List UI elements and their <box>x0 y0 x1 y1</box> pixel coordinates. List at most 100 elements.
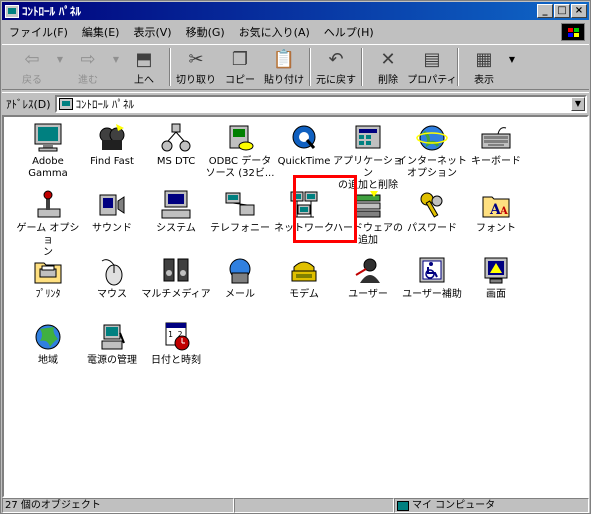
icon-display[interactable]: 画面 <box>464 255 528 301</box>
forward-arrow-icon: ⇨ <box>80 48 96 70</box>
svg-text:A: A <box>499 206 508 217</box>
icon-find-fast[interactable]: Find Fast <box>80 122 144 168</box>
menu-go[interactable]: 移動(G) <box>179 24 232 40</box>
menu-favorites[interactable]: お気に入り(A) <box>232 24 317 40</box>
regional-globe-icon <box>35 324 61 350</box>
paste-icon: 📋 <box>272 48 296 70</box>
menu-help[interactable]: ヘルプ(H) <box>317 24 381 40</box>
globe-icon <box>416 125 448 151</box>
network-highlight-box <box>293 175 357 243</box>
status-location-text: マイ コンピュータ <box>412 500 496 511</box>
delete-button[interactable]: ✕ 削除 <box>366 45 410 89</box>
icon-sound[interactable]: サウンド <box>80 189 144 235</box>
users-icon <box>355 258 380 283</box>
forward-dropdown[interactable]: ▼ <box>110 45 122 89</box>
icon-printers[interactable]: ﾌﾟﾘﾝﾀ <box>16 255 80 301</box>
mail-icon <box>229 258 251 284</box>
icon-internet-options[interactable]: インターネット オプション <box>397 122 467 180</box>
calendar-clock-icon: 1 2 <box>165 322 190 351</box>
view-grid-icon: ▦ <box>475 48 493 70</box>
icon-users[interactable]: ユーザー <box>336 255 400 301</box>
object-count: 27 個のオブジェクト <box>2 498 234 513</box>
status-empty-panel <box>234 498 394 513</box>
icon-modem[interactable]: モデム <box>272 255 336 301</box>
address-field[interactable]: ｺﾝﾄﾛｰﾙ ﾊﾟﾈﾙ ▼ <box>54 94 587 113</box>
my-computer-icon <box>397 500 409 511</box>
mouse-icon <box>101 259 123 286</box>
control-panel-icon <box>5 4 19 18</box>
modem-icon <box>291 261 317 282</box>
icon-system[interactable]: システム <box>144 189 208 235</box>
copy-icon: ❐ <box>231 48 249 70</box>
telephony-icon <box>225 192 255 216</box>
add-remove-icon <box>355 125 381 149</box>
icon-quicktime[interactable]: QuickTime <box>272 122 336 168</box>
icon-passwords[interactable]: パスワード <box>400 189 464 235</box>
back-dropdown[interactable]: ▼ <box>54 45 66 89</box>
window-title: ｺﾝﾄﾛｰﾙ ﾊﾟﾈﾙ <box>22 5 81 18</box>
properties-icon: ▤ <box>423 48 441 70</box>
view-button[interactable]: ▦ 表示 <box>462 45 506 89</box>
icon-mail[interactable]: メール <box>208 255 272 301</box>
icon-date-time[interactable]: 1 2 日付と時刻 <box>144 321 208 367</box>
undo-button[interactable]: ↶ 元に戻す <box>314 45 358 89</box>
toolbar-separator <box>309 48 311 86</box>
network-nodes-icon <box>161 123 191 152</box>
icon-view[interactable]: Adobe Gamma Find Fast MS DTC ODBC データ ソー… <box>2 115 589 498</box>
status-bar: 27 個のオブジェクト マイ コンピュータ <box>2 498 589 513</box>
forward-button[interactable]: ⇨ 進む <box>66 45 110 89</box>
up-folder-icon: ⬒ <box>135 48 153 70</box>
view-dropdown[interactable]: ▼ <box>506 45 518 89</box>
icon-game-options[interactable]: ゲーム オプショ ン <box>16 189 80 259</box>
paste-button[interactable]: 📋 貼り付け <box>262 45 306 89</box>
icon-adobe-gamma[interactable]: Adobe Gamma <box>16 122 80 180</box>
icon-accessibility[interactable]: ユーザー補助 <box>400 255 464 301</box>
title-bar[interactable]: ｺﾝﾄﾛｰﾙ ﾊﾟﾈﾙ _ □ × <box>2 2 589 20</box>
icon-regional-settings[interactable]: 地域 <box>16 321 80 367</box>
keys-icon <box>420 192 443 218</box>
address-label: ｱﾄﾞﾚｽ(D) <box>6 97 51 111</box>
copy-button[interactable]: ❐ コピー <box>218 45 262 89</box>
monitor-icon <box>34 123 62 152</box>
speaker-icon <box>99 194 125 216</box>
quicktime-icon <box>292 125 316 149</box>
minimize-button[interactable]: _ <box>537 4 553 18</box>
display-icon <box>484 257 508 284</box>
menu-bar: ファイル(F) 編集(E) 表示(V) 移動(G) お気に入り(A) ヘルプ(H… <box>2 22 589 42</box>
address-value: ｺﾝﾄﾛｰﾙ ﾊﾟﾈﾙ <box>75 97 135 111</box>
back-arrow-icon: ⇦ <box>24 48 40 70</box>
joystick-icon <box>37 190 61 218</box>
status-location: マイ コンピュータ <box>394 498 589 513</box>
power-icon <box>101 324 125 350</box>
accessibility-icon <box>419 257 445 283</box>
toolbar-separator <box>169 48 171 86</box>
icon-power-management[interactable]: 電源の管理 <box>80 321 144 367</box>
cut-button[interactable]: ✂ 切り取り <box>174 45 218 89</box>
properties-button[interactable]: ▤ プロパティ <box>407 45 456 89</box>
icon-ms-dtc[interactable]: MS DTC <box>144 122 208 168</box>
keyboard-icon <box>481 127 511 149</box>
up-button[interactable]: ⬒ 上へ <box>122 45 166 89</box>
icon-keyboard[interactable]: キーボード <box>464 122 528 168</box>
icon-multimedia[interactable]: マルチメディア <box>141 255 211 301</box>
undo-icon: ↶ <box>328 48 344 70</box>
control-panel-window: ｺﾝﾄﾛｰﾙ ﾊﾟﾈﾙ _ □ × ファイル(F) 編集(E) 表示(V) 移動… <box>0 0 591 514</box>
icon-mouse[interactable]: マウス <box>80 255 144 301</box>
maximize-button[interactable]: □ <box>554 4 570 18</box>
close-button[interactable]: × <box>571 4 587 18</box>
menu-view[interactable]: 表示(V) <box>126 24 178 40</box>
icon-fonts[interactable]: A A フォント <box>464 189 528 235</box>
printer-folder-icon <box>34 262 62 284</box>
address-bar: ｱﾄﾞﾚｽ(D) ｺﾝﾄﾛｰﾙ ﾊﾟﾈﾙ ▼ <box>2 92 589 114</box>
back-button[interactable]: ⇦ 戻る <box>10 45 54 89</box>
address-dropdown-button[interactable]: ▼ <box>571 96 585 111</box>
fonts-folder-icon: A A <box>482 196 510 218</box>
scissors-icon: ✂ <box>188 48 204 70</box>
menu-file[interactable]: ファイル(F) <box>2 24 75 40</box>
icon-odbc[interactable]: ODBC データ ソース (32ビ... <box>206 122 274 180</box>
multimedia-icon <box>163 258 189 282</box>
toolbar-separator <box>361 48 363 86</box>
icon-telephony[interactable]: テレフォニー <box>208 189 272 235</box>
windows-logo-icon <box>561 23 585 41</box>
menu-edit[interactable]: 編集(E) <box>75 24 127 40</box>
